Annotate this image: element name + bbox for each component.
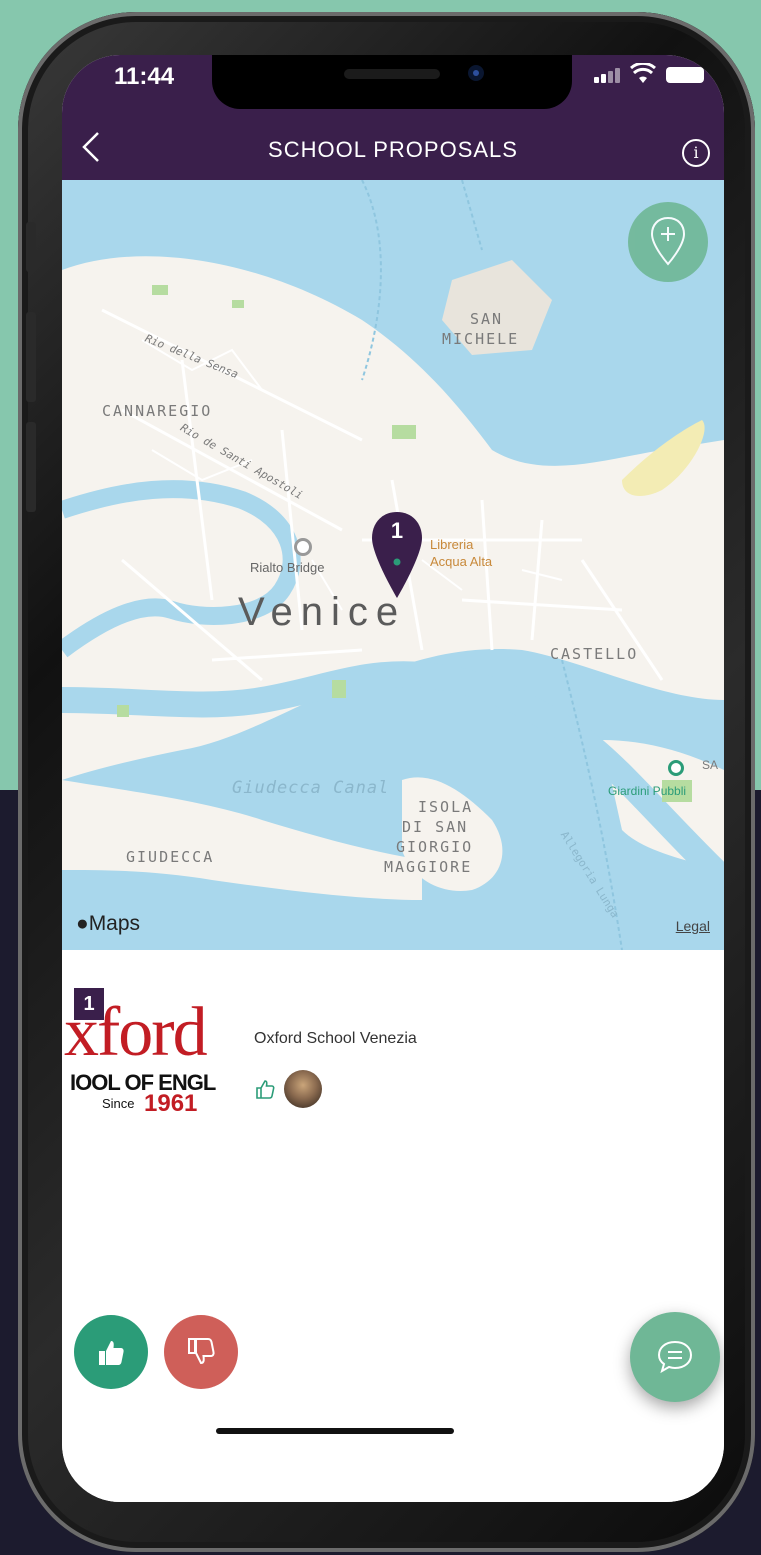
map-label-cannaregio: CANNAREGIO [102,402,213,420]
map-label-isola: ISOLA [418,798,474,816]
rialto-poi-icon [294,538,312,556]
map-label-giudecca-canal: Giudecca Canal [232,778,390,798]
poi-sa: SA [702,758,719,772]
like-indicator [254,1078,276,1100]
school-logo-since: Since [102,1096,135,1111]
home-indicator[interactable] [216,1428,454,1434]
map-label-maggiore: MAGGIORE [384,858,473,876]
info-icon: i [693,143,699,162]
add-location-button[interactable] [628,202,708,282]
school-name[interactable]: Oxford School Venezia [254,1030,417,1048]
school-logo-year: 1961 [144,1090,198,1117]
signal-icon [594,67,622,83]
phone-volume-down [26,422,36,512]
phone-volume-up [26,312,36,402]
poi-giardini[interactable]: Giardini Pubbli [608,784,686,798]
poi-acqua-alta[interactable]: Acqua Alta [430,554,492,569]
legal-link[interactable]: Legal [676,918,710,934]
proposal-card[interactable]: xford IOOL OF ENGL Since 1961 1 Oxford S… [62,950,724,1502]
wifi-icon [630,61,656,91]
info-button[interactable]: i [682,139,710,167]
map-label-castello: CASTELLO [550,645,639,663]
apple-maps-attribution: ●Maps [76,912,140,936]
map-label-san-michele: SAN [470,310,504,328]
map-pin-number: 1 [390,518,404,543]
notch [212,55,572,109]
poi-libreria[interactable]: Libreria [430,537,473,552]
poi-rialto-bridge[interactable]: Rialto Bridge [250,560,324,575]
screen: 11:44 SCHOOL PROPOSALS i SAN MICHELE CAN… [62,55,724,1502]
thumbs-down-icon [188,1338,215,1365]
status-time: 11:44 [114,63,175,90]
chat-icon [657,1340,693,1374]
map-label-giudecca: GIUDECCA [126,848,215,866]
school-map-pin[interactable]: 1 [368,510,426,600]
thumbs-up-outline-icon [256,1080,275,1099]
thumbs-up-icon [99,1341,124,1365]
voter-avatar[interactable] [284,1070,322,1108]
chat-button[interactable] [630,1312,720,1402]
map-label-michele: MICHELE [442,330,520,348]
apple-logo-icon: ● [76,912,89,935]
map-view[interactable]: SAN MICHELE CANNAREGIO CASTELLO GIUDECCA… [62,180,724,950]
phone-side-button [26,222,36,272]
maps-attribution-text: Maps [88,912,141,935]
battery-icon [666,67,704,83]
front-camera [468,65,484,81]
map-label-di-san: DI SAN [402,818,469,836]
rank-badge: 1 [74,988,104,1020]
status-bar: 11:44 [62,55,724,125]
page-title: SCHOOL PROPOSALS [268,137,518,162]
park-poi-icon [668,760,684,776]
speaker [344,69,440,79]
map-label-giorgio: GIORGIO [396,838,474,856]
nav-bar: SCHOOL PROPOSALS i [62,125,724,180]
like-button[interactable] [74,1315,148,1389]
add-location-icon [650,216,686,266]
dislike-button[interactable] [164,1315,238,1389]
